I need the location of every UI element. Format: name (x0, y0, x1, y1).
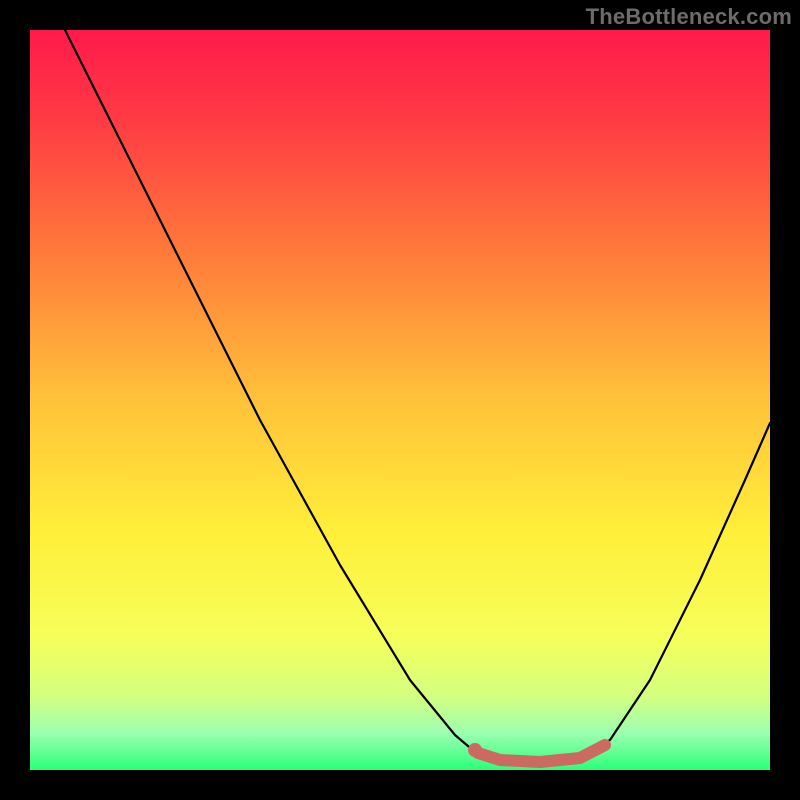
chart-container: TheBottleneck.com (0, 0, 800, 800)
plot-background (30, 30, 770, 770)
bottleneck-chart (0, 0, 800, 800)
curve-marker (468, 743, 482, 757)
watermark-label: TheBottleneck.com (586, 4, 792, 30)
